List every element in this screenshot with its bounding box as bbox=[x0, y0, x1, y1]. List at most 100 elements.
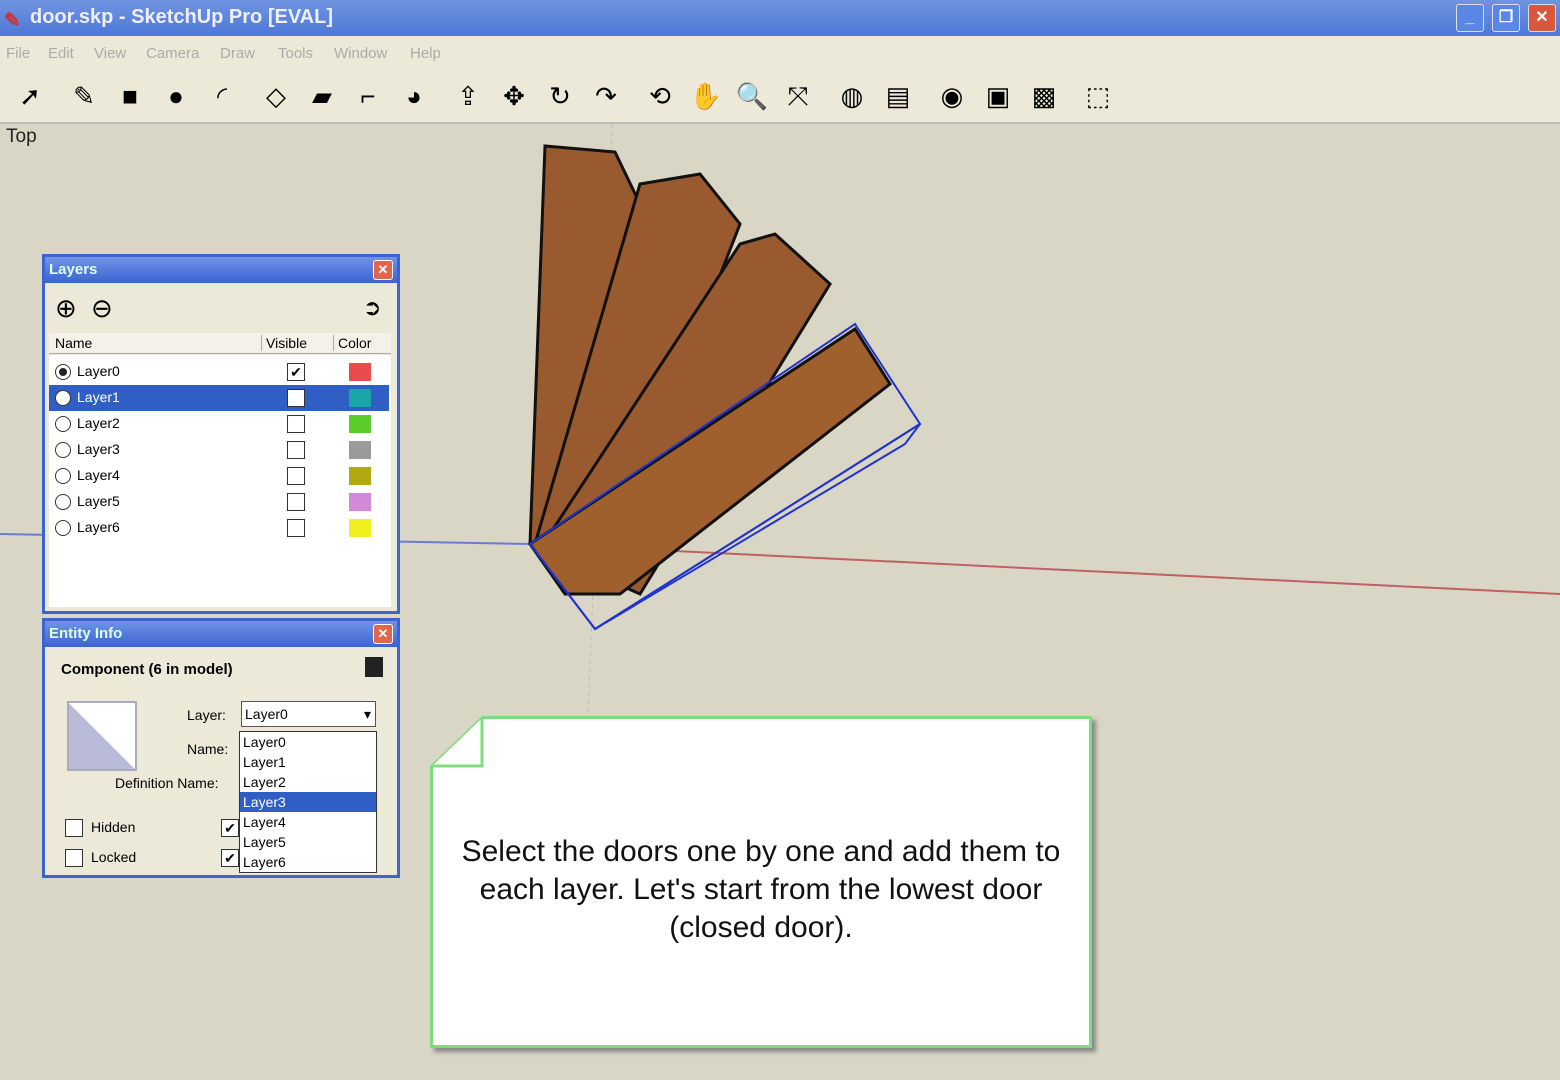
zoom-extents-icon[interactable]: ⤧ bbox=[780, 78, 816, 114]
layer-name[interactable]: Layer6 bbox=[75, 518, 279, 536]
layer-list: Layer0 ✔ Layer1 Layer2 Layer3 Layer4 Lay… bbox=[49, 355, 391, 607]
layer-option[interactable]: Layer1 bbox=[240, 752, 376, 772]
hidden-checkbox[interactable] bbox=[65, 819, 83, 837]
orbit-icon[interactable]: ⟲ bbox=[642, 78, 678, 114]
pencil-icon[interactable]: ✎ bbox=[66, 78, 102, 114]
door-stack bbox=[527, 144, 892, 596]
component-thumbnail bbox=[67, 701, 137, 771]
layer-row[interactable]: Layer6 bbox=[49, 515, 389, 541]
close-button[interactable]: ✕ bbox=[1528, 4, 1556, 32]
receive-shadows-checkbox[interactable]: ✔ bbox=[221, 849, 239, 867]
layer-row[interactable]: Layer2 bbox=[49, 411, 389, 437]
folded-corner bbox=[430, 716, 484, 768]
layer-color-swatch[interactable] bbox=[349, 493, 371, 511]
remove-layer-icon[interactable]: ⊖ bbox=[91, 293, 113, 324]
visible-checkbox[interactable] bbox=[287, 467, 305, 485]
restore-button[interactable]: ❐ bbox=[1492, 4, 1520, 32]
components-icon[interactable]: ▣ bbox=[980, 78, 1016, 114]
push-pull-icon[interactable]: ⇪ bbox=[450, 78, 486, 114]
add-layer-icon[interactable]: ⊕ bbox=[55, 293, 77, 324]
layer-name[interactable]: Layer2 bbox=[75, 414, 279, 432]
circle-icon[interactable]: ● bbox=[158, 78, 194, 114]
layer-name[interactable]: Layer0 bbox=[75, 362, 279, 380]
paint-bucket-icon[interactable]: ◕ bbox=[396, 78, 432, 114]
layer-name[interactable]: Layer3 bbox=[75, 440, 279, 458]
layer-row[interactable]: Layer3 bbox=[49, 437, 389, 463]
active-layer-radio[interactable] bbox=[55, 494, 71, 510]
layer-option[interactable]: Layer0 bbox=[240, 732, 376, 752]
active-layer-radio[interactable] bbox=[55, 468, 71, 484]
col-color[interactable]: Color bbox=[333, 335, 371, 351]
layer-option[interactable]: Layer3 bbox=[240, 792, 376, 812]
layer-color-swatch[interactable] bbox=[349, 415, 371, 433]
active-layer-radio[interactable] bbox=[55, 364, 71, 380]
share-component-icon[interactable]: ▩ bbox=[1026, 78, 1062, 114]
locked-checkbox[interactable] bbox=[65, 849, 83, 867]
visible-checkbox[interactable] bbox=[287, 389, 305, 407]
arc-icon[interactable]: ◜ bbox=[204, 78, 240, 114]
layer-option[interactable]: Layer6 bbox=[240, 852, 376, 872]
entity-info-title: Entity Info bbox=[49, 625, 123, 642]
window-title: door.skp - SketchUp Pro [EVAL] bbox=[30, 6, 333, 28]
pan-icon[interactable]: ✋ bbox=[688, 78, 724, 114]
layer-color-swatch[interactable] bbox=[349, 363, 371, 381]
menu-draw[interactable]: Draw bbox=[220, 45, 255, 62]
active-layer-radio[interactable] bbox=[55, 442, 71, 458]
active-layer-radio[interactable] bbox=[55, 520, 71, 536]
layer-name[interactable]: Layer4 bbox=[75, 466, 279, 484]
layer-select[interactable]: Layer0 ▾ bbox=[241, 701, 376, 727]
close-icon[interactable]: ✕ bbox=[373, 260, 393, 280]
make-component-icon[interactable]: ◇ bbox=[258, 78, 294, 114]
select-icon[interactable]: ➚ bbox=[12, 78, 48, 114]
menu-bar: File Edit View Camera Draw Tools Window Help bbox=[0, 36, 1560, 70]
menu-camera[interactable]: Camera bbox=[146, 45, 199, 62]
zoom-icon[interactable]: 🔍 bbox=[734, 78, 770, 114]
details-icon[interactable]: ➲ bbox=[363, 295, 381, 321]
minimize-button[interactable]: _ bbox=[1456, 4, 1484, 32]
layer-option[interactable]: Layer4 bbox=[240, 812, 376, 832]
layer-color-swatch[interactable] bbox=[349, 519, 371, 537]
share-model-icon[interactable]: ▤ bbox=[880, 78, 916, 114]
visible-checkbox[interactable] bbox=[287, 493, 305, 511]
layer-option[interactable]: Layer5 bbox=[240, 832, 376, 852]
entity-info-header: Entity Info ✕ bbox=[45, 621, 397, 647]
tape-measure-icon[interactable]: ⌐ bbox=[350, 78, 386, 114]
menu-view[interactable]: View bbox=[94, 45, 126, 62]
layer-color-swatch[interactable] bbox=[349, 389, 371, 407]
col-name[interactable]: Name bbox=[55, 335, 92, 351]
active-layer-radio[interactable] bbox=[55, 390, 71, 406]
callout-text: Select the doors one by one and add them… bbox=[461, 835, 1061, 944]
rectangle-icon[interactable]: ■ bbox=[112, 78, 148, 114]
layer-option[interactable]: Layer2 bbox=[240, 772, 376, 792]
visible-checkbox[interactable] bbox=[287, 519, 305, 537]
layer-row[interactable]: Layer0 ✔ bbox=[49, 359, 389, 385]
layer-name[interactable]: Layer1 bbox=[75, 388, 279, 406]
eraser-icon[interactable]: ▰ bbox=[304, 78, 340, 114]
follow-me-icon[interactable]: ↷ bbox=[588, 78, 624, 114]
rotate-icon[interactable]: ↻ bbox=[542, 78, 578, 114]
col-visible[interactable]: Visible bbox=[261, 335, 307, 351]
menu-tools[interactable]: Tools bbox=[278, 45, 313, 62]
layer-color-swatch[interactable] bbox=[349, 441, 371, 459]
menu-edit[interactable]: Edit bbox=[48, 45, 74, 62]
google-earth-icon[interactable]: ◉ bbox=[934, 78, 970, 114]
menu-window[interactable]: Window bbox=[334, 45, 387, 62]
visible-checkbox[interactable] bbox=[287, 415, 305, 433]
active-layer-radio[interactable] bbox=[55, 416, 71, 432]
layer-select-value: Layer0 bbox=[245, 706, 288, 722]
get-models-icon[interactable]: ◍ bbox=[834, 78, 870, 114]
toggle-details-icon[interactable] bbox=[365, 657, 383, 677]
menu-help[interactable]: Help bbox=[410, 45, 441, 62]
layer-color-swatch[interactable] bbox=[349, 467, 371, 485]
visible-checkbox[interactable] bbox=[287, 441, 305, 459]
move-icon[interactable]: ✥ bbox=[496, 78, 532, 114]
menu-file[interactable]: File bbox=[6, 45, 30, 62]
visible-checkbox[interactable]: ✔ bbox=[287, 363, 305, 381]
layer-row[interactable]: Layer5 bbox=[49, 489, 389, 515]
layer-name[interactable]: Layer5 bbox=[75, 492, 279, 510]
extension-icon[interactable]: ⬚ bbox=[1080, 78, 1116, 114]
cast-shadows-checkbox[interactable]: ✔ bbox=[221, 819, 239, 837]
layer-row[interactable]: Layer4 bbox=[49, 463, 389, 489]
layer-row[interactable]: Layer1 bbox=[49, 385, 389, 411]
close-icon[interactable]: ✕ bbox=[373, 624, 393, 644]
